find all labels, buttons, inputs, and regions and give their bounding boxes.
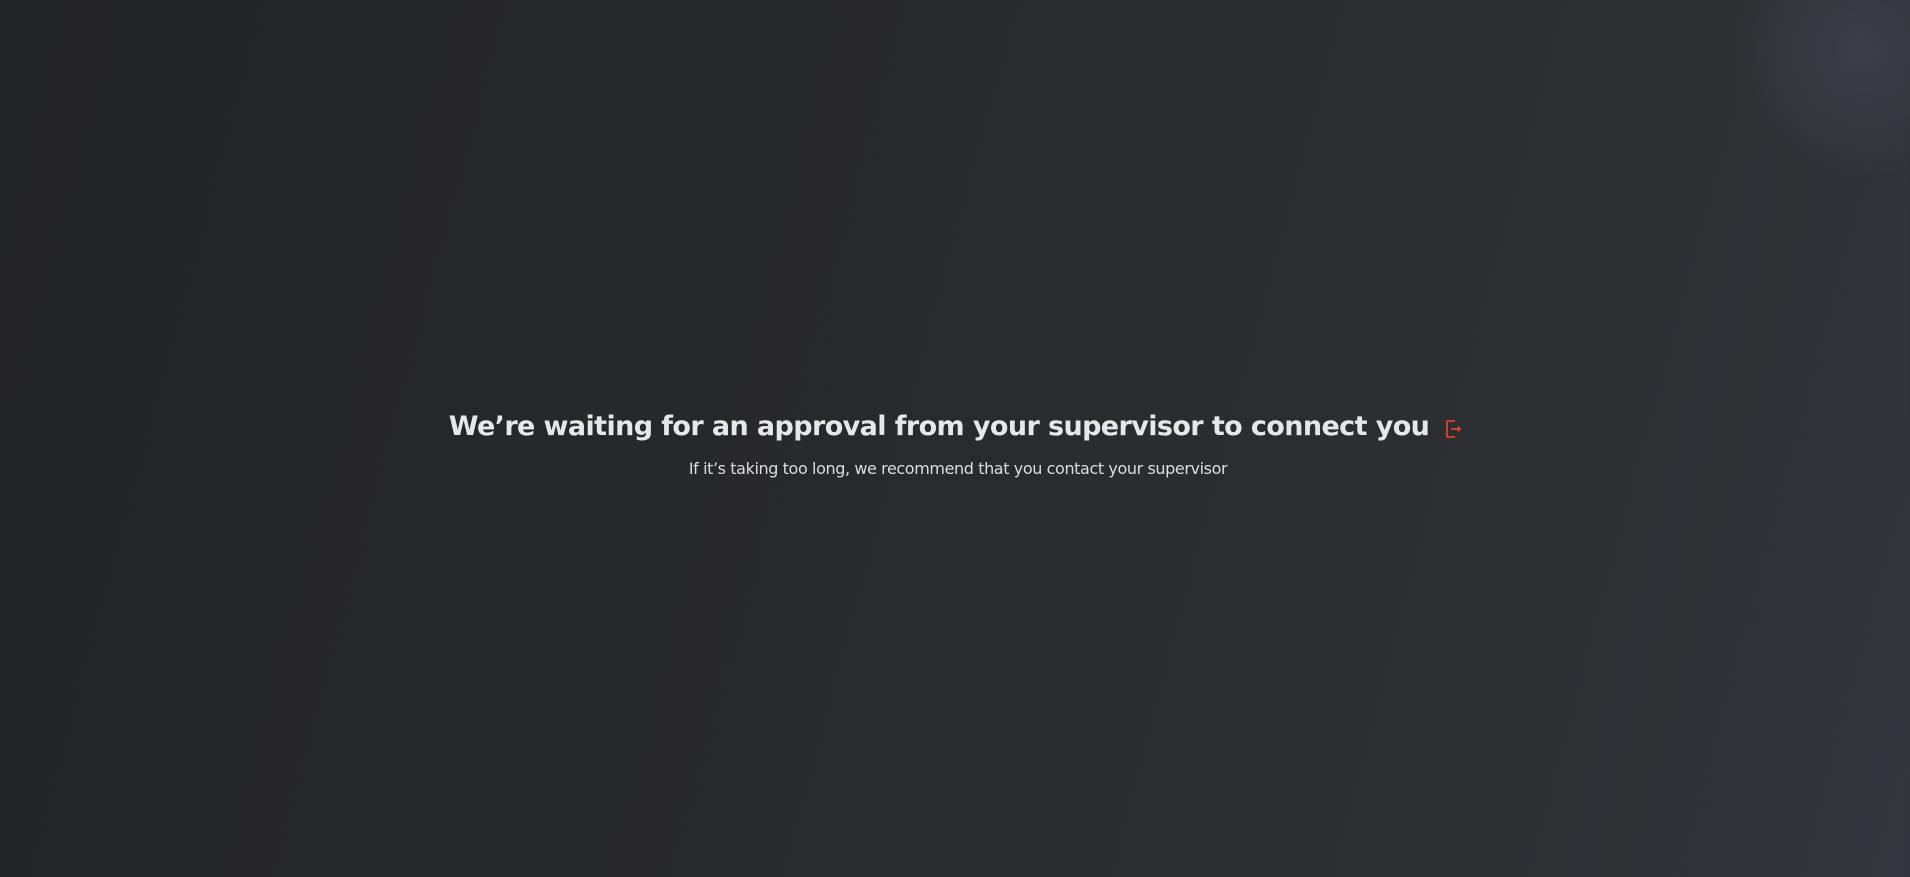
logout-button[interactable] — [1441, 416, 1467, 442]
waiting-title: We’re waiting for an approval from your … — [448, 410, 1430, 442]
headline-row: We’re waiting for an approval from your … — [449, 410, 1468, 442]
waiting-panel: We’re waiting for an approval from your … — [0, 410, 1910, 478]
waiting-subtitle: If it’s taking too long, we recommend th… — [688, 459, 1228, 478]
background-glow — [1730, 0, 1910, 180]
logout-icon — [1446, 420, 1462, 438]
